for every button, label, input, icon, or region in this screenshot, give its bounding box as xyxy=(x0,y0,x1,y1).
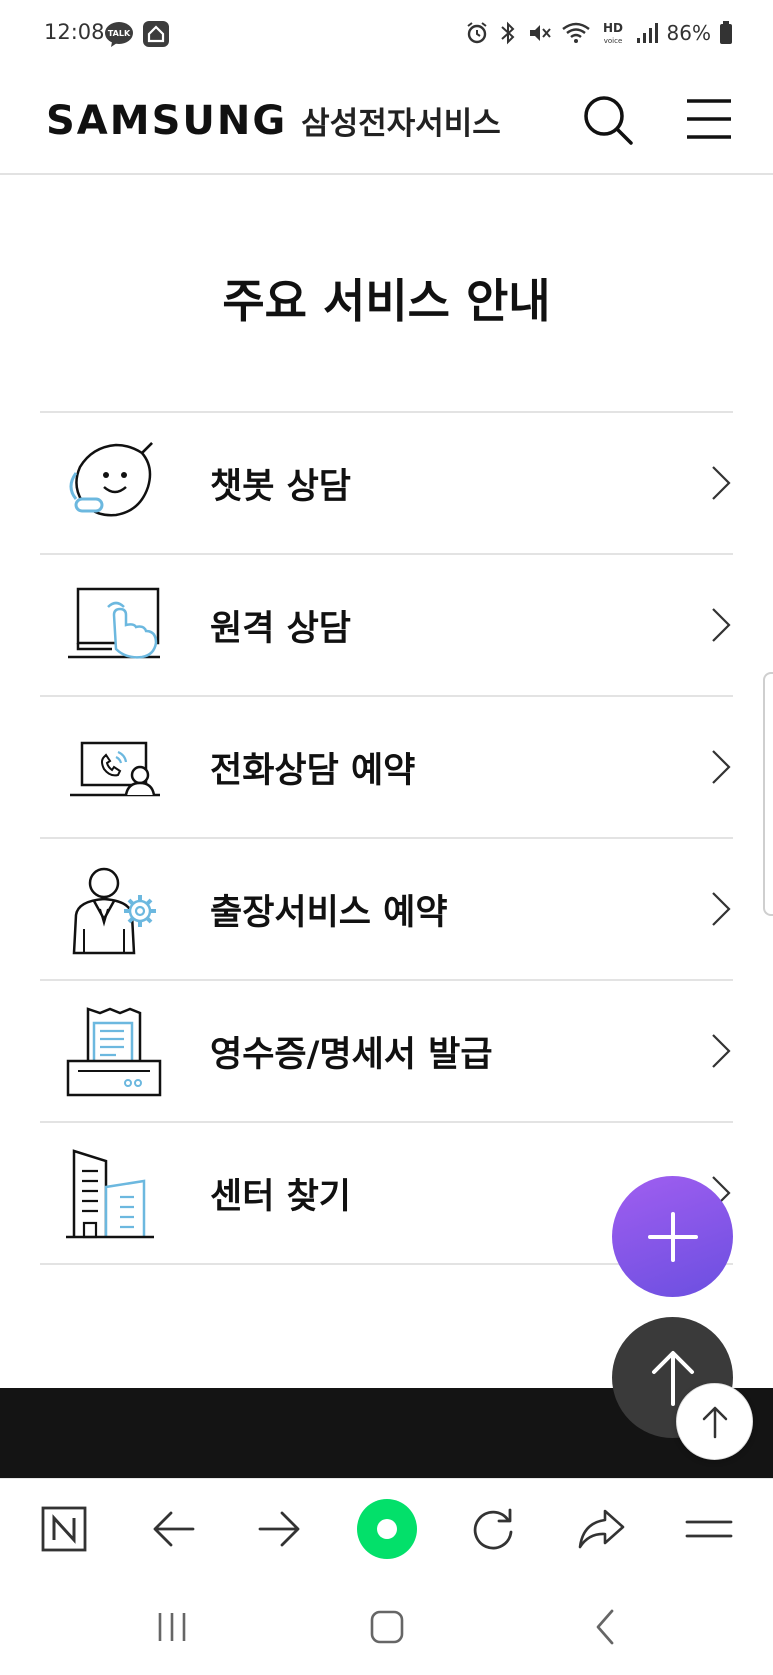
back-button[interactable] xyxy=(145,1501,201,1557)
green-dot-icon xyxy=(357,1499,417,1559)
service-list: 챗봇 상담 원격 상담 전화상담 예약 출장서비스 예약 영수증/명세서 발급 … xyxy=(40,411,733,1265)
status-bar: 12:08 TALK HD voice 86% xyxy=(0,0,773,70)
bluetooth-icon xyxy=(500,21,514,45)
battery-icon xyxy=(720,21,732,44)
site-header: SAMSUNG 삼성전자서비스 xyxy=(0,70,773,175)
remote-support-icon xyxy=(68,587,160,659)
chevron-left-icon xyxy=(596,1609,614,1645)
recent-apps-button[interactable] xyxy=(147,1602,197,1652)
system-back-button[interactable] xyxy=(580,1602,630,1652)
refresh-icon xyxy=(473,1508,513,1550)
service-item-chatbot[interactable]: 챗봇 상담 xyxy=(40,413,733,555)
building-icon xyxy=(66,1149,154,1239)
status-system-icons: HD voice 86% xyxy=(465,20,733,46)
arrow-up-icon xyxy=(702,1406,727,1438)
recent-apps-icon xyxy=(158,1613,186,1641)
wifi-icon xyxy=(561,22,590,43)
hd-voice-icon: HD voice xyxy=(603,21,623,45)
receipt-icon xyxy=(66,1007,162,1097)
home-square-icon xyxy=(370,1610,404,1644)
samsung-service-logo[interactable]: SAMSUNG 삼성전자서비스 xyxy=(46,98,501,144)
service-label: 전화상담 예약 xyxy=(210,750,416,791)
search-icon xyxy=(584,96,633,145)
status-time: 12:08 xyxy=(44,20,105,44)
browser-scroll-top-button[interactable] xyxy=(676,1383,753,1460)
service-label: 영수증/명세서 발급 xyxy=(210,1034,493,1075)
service-label: 원격 상담 xyxy=(210,608,351,649)
home-button[interactable] xyxy=(362,1602,412,1652)
system-navigation-bar xyxy=(0,1578,773,1675)
samsung-logo-text: SAMSUNG xyxy=(46,98,288,144)
service-item-visit-service[interactable]: 출장서비스 예약 xyxy=(40,839,733,981)
floating-plus-button[interactable] xyxy=(612,1176,733,1297)
mute-icon xyxy=(529,25,551,41)
double-line-menu-icon xyxy=(685,1520,733,1538)
share-arrow-icon xyxy=(578,1509,625,1549)
hamburger-icon xyxy=(687,99,731,139)
service-label: 센터 찾기 xyxy=(210,1176,351,1217)
service-label: 출장서비스 예약 xyxy=(210,892,448,933)
chevron-right-icon xyxy=(712,892,731,926)
chevron-right-icon xyxy=(712,466,731,500)
service-label: 챗봇 상담 xyxy=(210,466,351,507)
chevron-right-icon xyxy=(712,608,731,642)
browser-toolbar xyxy=(0,1478,773,1578)
chevron-right-icon xyxy=(712,750,731,784)
menu-button[interactable] xyxy=(684,94,734,144)
naver-green-dot-button[interactable] xyxy=(356,1498,418,1560)
talk-badge-text: TALK xyxy=(108,29,131,38)
arrow-left-icon xyxy=(153,1511,195,1547)
edge-panel-handle[interactable] xyxy=(763,672,773,916)
battery-percent: 86% xyxy=(666,21,711,45)
service-item-phone-consult[interactable]: 전화상담 예약 xyxy=(40,697,733,839)
browser-menu-button[interactable] xyxy=(681,1501,737,1557)
refresh-button[interactable] xyxy=(465,1501,521,1557)
page-title: 주요 서비스 안내 xyxy=(222,274,551,328)
service-item-receipt[interactable]: 영수증/명세서 발급 xyxy=(40,981,733,1123)
home-notification-icon xyxy=(143,21,169,47)
hd-label: HD xyxy=(603,21,623,35)
service-name: 삼성전자서비스 xyxy=(301,106,501,142)
service-item-remote[interactable]: 원격 상담 xyxy=(40,555,733,697)
search-button[interactable] xyxy=(580,92,636,148)
chevron-right-icon xyxy=(712,1034,731,1068)
forward-button[interactable] xyxy=(252,1501,308,1557)
status-notification-icons: TALK xyxy=(104,20,170,48)
naver-home-button[interactable] xyxy=(36,1501,92,1557)
chatbot-icon xyxy=(69,442,153,517)
share-button[interactable] xyxy=(573,1501,629,1557)
visit-service-icon xyxy=(72,867,156,955)
voice-label: voice xyxy=(603,37,622,45)
alarm-icon xyxy=(466,22,487,44)
signal-icon xyxy=(636,23,658,43)
kakaotalk-icon: TALK xyxy=(105,22,133,47)
plus-icon xyxy=(647,1211,698,1262)
arrow-right-icon xyxy=(258,1511,300,1547)
naver-n-icon xyxy=(41,1506,87,1552)
phone-consult-icon xyxy=(70,741,160,797)
